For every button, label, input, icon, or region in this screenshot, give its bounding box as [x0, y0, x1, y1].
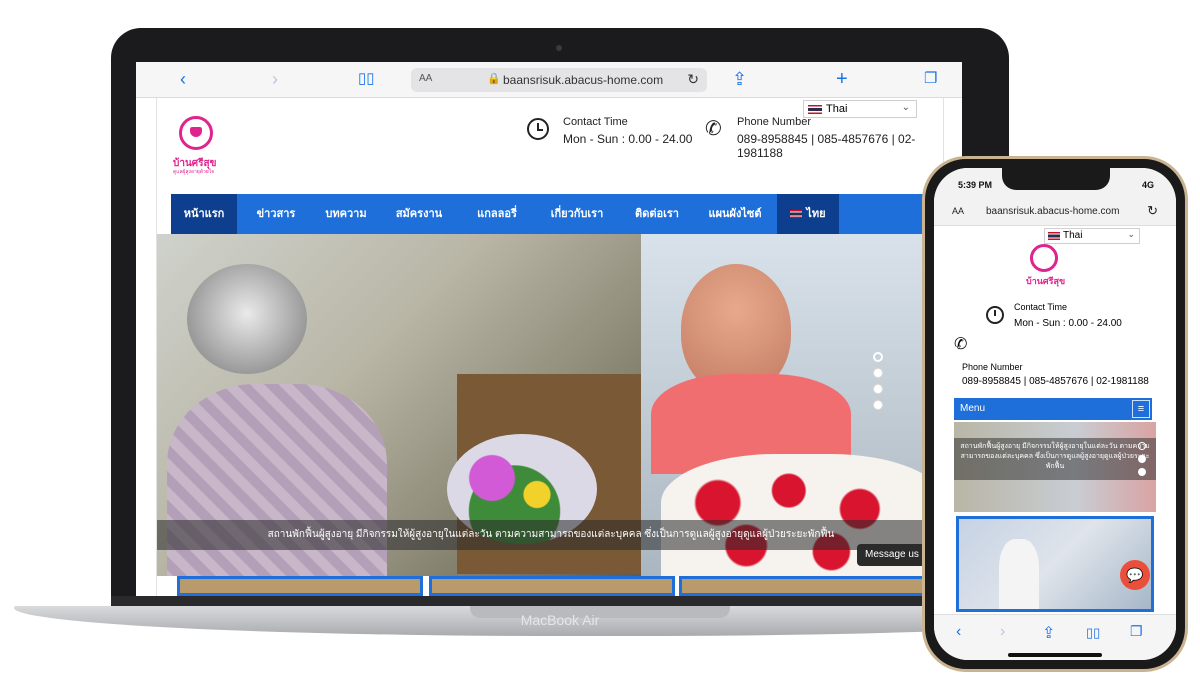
main-nav: หน้าแรก ข่าวสาร บทความ สมัครงาน แกลลอรี่…	[171, 194, 931, 234]
slider-dots	[1138, 442, 1146, 481]
phone-icon: ✆	[705, 118, 722, 140]
status-time: 5:39 PM	[958, 180, 993, 190]
message-us-button[interactable]: Message us	[857, 544, 927, 566]
safari-toolbar: ‹ › ▯▯ AA 🔒 baansrisuk.abacus-home.com ↻…	[136, 62, 962, 98]
nav-language-label: ไทย	[806, 208, 826, 220]
nav-item-news[interactable]: ข่าวสาร	[241, 194, 311, 234]
reload-icon[interactable]: ↻	[1147, 203, 1158, 219]
share-icon[interactable]: ⇪	[1042, 623, 1055, 643]
chevron-left-icon[interactable]: ‹	[180, 69, 186, 89]
nav-item-home[interactable]: หน้าแรก	[171, 194, 237, 234]
site-logo[interactable]	[1030, 244, 1058, 272]
thai-flag-icon	[1048, 232, 1060, 240]
reload-icon[interactable]: ↻	[687, 71, 699, 88]
slider-dot[interactable]	[873, 368, 883, 378]
logo-text: บ้านศรีสุข	[1026, 276, 1066, 286]
phone-number-value: 089-8958845 | 085-4857676 | 02-1981188	[737, 132, 916, 160]
nav-item-language[interactable]: ไทย	[777, 194, 839, 234]
chevron-right-icon[interactable]: ›	[272, 69, 278, 89]
site-logo[interactable]	[179, 116, 213, 150]
website: Thai ⌄ บ้านศรีสุข ดูแลผู้สูงอายุด้วยใจ C…	[156, 98, 945, 596]
slider-dot[interactable]	[873, 352, 883, 362]
home-indicator	[1008, 653, 1102, 657]
phone-number-title: Phone Number	[962, 362, 1023, 372]
phone-screen: 5:39 PM 4G AA baansrisuk.abacus-home.com…	[934, 168, 1176, 660]
chevron-left-icon[interactable]: ‹	[956, 623, 961, 641]
url-text: baansrisuk.abacus-home.com	[986, 206, 1120, 217]
slider-dot[interactable]	[1138, 442, 1146, 450]
contact-time-value: Mon - Sun : 0.00 - 24.00	[1014, 318, 1122, 329]
laptop-camera	[556, 45, 562, 51]
phone-notch	[1002, 168, 1110, 190]
chevron-down-icon: ⌄	[1127, 229, 1135, 239]
menu-label: Menu	[960, 403, 986, 414]
nav-item-contact[interactable]: ติดต่อเรา	[621, 194, 693, 234]
tabs-icon[interactable]: ❐	[924, 69, 937, 89]
logo-subtext: ดูแลผู้สูงอายุด้วยใจ	[173, 169, 215, 175]
language-value: Thai	[1063, 230, 1083, 241]
nav-item-about[interactable]: เกี่ยวกับเรา	[537, 194, 617, 234]
nav-item-sitemap[interactable]: แผนผังไซต์	[695, 194, 775, 234]
share-icon[interactable]: ⇪	[732, 69, 747, 89]
safari-bottom-toolbar: ‹ › ⇪ ▯▯ ❐	[934, 614, 1176, 660]
language-value: Thai	[826, 103, 848, 115]
nav-item-gallery[interactable]: แกลลอรี่	[459, 194, 535, 234]
photo-detail	[999, 539, 1039, 609]
address-bar[interactable]: AA 🔒 baansrisuk.abacus-home.com ↻	[411, 68, 707, 92]
plus-icon[interactable]: +	[836, 69, 848, 89]
thumbnail-card[interactable]	[429, 576, 675, 596]
language-select[interactable]: Thai ⌄	[803, 100, 917, 118]
address-bar[interactable]: AA baansrisuk.abacus-home.com ↻	[934, 198, 1176, 226]
slider-dot[interactable]	[873, 400, 883, 410]
phone-icon: ✆	[954, 336, 968, 353]
slider-dot[interactable]	[1138, 455, 1146, 463]
thai-flag-icon	[808, 105, 822, 114]
book-icon[interactable]: ▯▯	[1086, 625, 1100, 641]
tabs-icon[interactable]: ❐	[1130, 623, 1143, 640]
contact-time-title: Contact Time	[563, 116, 628, 128]
clock-icon	[527, 118, 549, 140]
text-size-button[interactable]: AA	[952, 206, 964, 216]
hero-slider[interactable]: สถานพักฟื้นผู้สูงอายุ มีกิจกรรมให้ผู้สูง…	[954, 422, 1156, 512]
mobile-menu-bar[interactable]: Menu ≡	[954, 398, 1152, 420]
clock-icon	[986, 306, 1004, 324]
hero-caption: สถานพักฟื้นผู้สูงอายุ มีกิจกรรมให้ผู้สูง…	[157, 520, 945, 550]
chat-icon[interactable]: 💬	[1120, 560, 1150, 590]
book-icon[interactable]: ▯▯	[358, 69, 375, 89]
mockup-stage: ‹ › ▯▯ AA 🔒 baansrisuk.abacus-home.com ↻…	[0, 0, 1200, 676]
chevron-down-icon: ⌄	[901, 102, 910, 113]
contact-time-title: Contact Time	[1014, 302, 1068, 312]
thumbnail-card[interactable]	[177, 576, 423, 596]
lock-icon: 🔒	[487, 73, 501, 85]
status-signal: 4G	[1141, 180, 1154, 190]
hamburger-icon[interactable]: ≡	[1132, 400, 1150, 418]
photo-detail	[187, 264, 307, 374]
thumbnail-card[interactable]	[679, 576, 925, 596]
laptop-screen: ‹ › ▯▯ AA 🔒 baansrisuk.abacus-home.com ↻…	[136, 62, 962, 596]
chevron-right-icon[interactable]: ›	[1000, 623, 1005, 641]
phone-number-title: Phone Number	[737, 116, 811, 128]
mobile-website: Thai ⌄ บ้านศรีสุข Contact Time Mon - Sun…	[954, 226, 1156, 614]
phone-number-value: 089-8958845 | 085-4857676 | 02-1981188	[962, 376, 1149, 387]
thai-flag-icon	[790, 210, 803, 219]
slider-dots	[873, 352, 885, 416]
hero-slider[interactable]: สถานพักฟื้นผู้สูงอายุ มีกิจกรรมให้ผู้สูง…	[157, 234, 945, 576]
hero-caption: สถานพักฟื้นผู้สูงอายุ มีกิจกรรมให้ผู้สูง…	[954, 438, 1156, 480]
nav-item-articles[interactable]: บทความ	[311, 194, 381, 234]
slider-dot[interactable]	[873, 384, 883, 394]
nav-item-jobs[interactable]: สมัครงาน	[381, 194, 457, 234]
url-text: baansrisuk.abacus-home.com	[503, 73, 664, 87]
language-select[interactable]: Thai ⌄	[1044, 228, 1140, 244]
contact-time-value: Mon - Sun : 0.00 - 24.00	[563, 132, 693, 146]
thumbnail-row	[177, 576, 925, 596]
text-size-button[interactable]: AA	[419, 73, 432, 84]
slider-dot[interactable]	[1138, 468, 1146, 476]
